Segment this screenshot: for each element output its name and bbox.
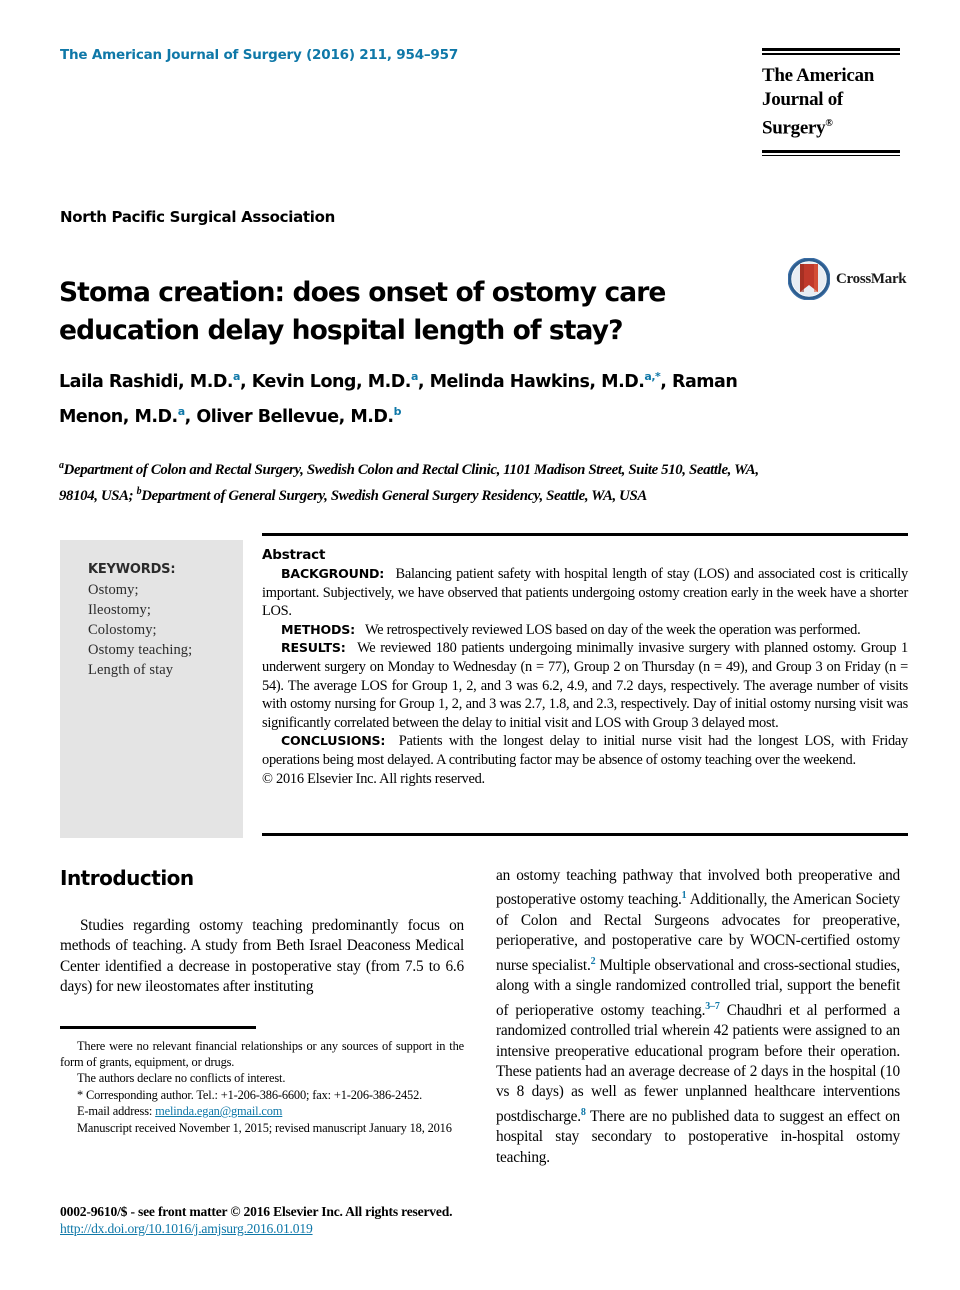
keyword-item: Colostomy; xyxy=(88,622,157,638)
crossmark-label: CrossMark xyxy=(836,270,907,287)
page-title: Stoma creation: does onset of ostomy car… xyxy=(59,276,666,346)
author-affiliation-mark: a xyxy=(177,404,185,418)
author-name: Oliver Bellevue, M.D. xyxy=(196,406,394,427)
author-affiliation-mark: b xyxy=(393,404,402,418)
citation-reference[interactable]: 1 xyxy=(682,890,687,901)
abstract-section: METHODS: We retrospectively reviewed LOS… xyxy=(281,621,861,638)
abstract-section-label: RESULTS: xyxy=(281,640,346,656)
keyword-item: Ileostomy; xyxy=(88,602,152,618)
page-footer: 0002-9610/$ - see front matter © 2016 El… xyxy=(60,1204,660,1238)
footnote-corresponding: * Corresponding author. Tel.: +1-206-386… xyxy=(77,1087,423,1102)
citation-reference[interactable]: 8 xyxy=(581,1107,586,1118)
issn-line: 0002-9610/$ - see front matter © 2016 El… xyxy=(60,1204,453,1219)
keywords-heading: KEYWORDS: xyxy=(88,562,176,577)
footnote-manuscript: Manuscript received November 1, 2015; re… xyxy=(77,1120,452,1135)
abstract-section: RESULTS: We reviewed 180 patients underg… xyxy=(262,640,908,731)
keywords-items: Ostomy; Ileostomy; Colostomy; Ostomy teachi… xyxy=(88,580,243,680)
abstract-section-label: CONCLUSIONS: xyxy=(281,733,386,749)
doi-link[interactable]: http://dx.doi.org/10.1016/j.amjsurg.2016… xyxy=(60,1221,313,1236)
abstract-sections: BACKGROUND: Balancing patient safety wit… xyxy=(262,565,908,770)
body-column-left: Introduction Studies regarding ostomy te… xyxy=(60,866,464,998)
rule-thick xyxy=(762,149,900,153)
body-column-right: an ostomy teaching pathway that involved… xyxy=(496,866,900,1168)
footnote-block: There were no relevant financial relatio… xyxy=(60,1026,464,1136)
abstract-section-label: METHODS: xyxy=(281,621,355,637)
introduction-paragraph-right: an ostomy teaching pathway that involved… xyxy=(496,867,900,1166)
rule-thick xyxy=(762,48,900,51)
author-name: Kevin Long, M.D. xyxy=(251,371,412,392)
keyword-item: Ostomy; xyxy=(88,582,139,598)
author-affiliation-mark: a xyxy=(410,370,418,383)
introduction-heading: Introduction xyxy=(60,866,194,890)
footnote-email-label: E-mail address: xyxy=(77,1104,153,1119)
affiliation-list: aDepartment of Colon and Rectal Surgery,… xyxy=(59,455,775,507)
footnote-conflicts: The authors declare no conflicts of inte… xyxy=(77,1071,286,1086)
author-affiliation-mark: a,* xyxy=(644,370,661,383)
running-head: The American Journal of Surgery (2016) 2… xyxy=(60,47,459,63)
footnote-rule xyxy=(60,1026,256,1029)
keyword-item: Length of stay xyxy=(88,662,174,678)
affiliation-text: Department of General Surgery, Swedish G… xyxy=(141,487,647,504)
author-name: Melinda Hawkins, M.D. xyxy=(429,371,645,392)
journal-logo-top-rule xyxy=(762,48,900,55)
citation-reference[interactable]: 3–7 xyxy=(705,1001,720,1012)
rule-thin xyxy=(762,154,900,157)
author-list: Laila Rashidi, M.D.a, Kevin Long, M.D.a,… xyxy=(59,370,738,427)
crossmark-badge-icon xyxy=(787,257,831,301)
abstract-top-rule xyxy=(262,533,908,536)
crossmark-logo[interactable]: CrossMark xyxy=(787,257,907,301)
journal-logo-line1: The American xyxy=(762,64,874,86)
footnote-funding: There were no relevant financial relatio… xyxy=(60,1038,464,1069)
journal-logo-bottom-rule xyxy=(762,149,900,157)
introduction-paragraph-left: Studies regarding ostomy teaching predom… xyxy=(60,917,464,996)
abstract-bottom-rule xyxy=(262,833,908,836)
journal-logo-line2: Journal of Surgery xyxy=(762,88,843,138)
society-name: North Pacific Surgical Association xyxy=(60,208,336,226)
journal-article-page: The American Journal of Surgery (2016) 2… xyxy=(0,0,960,1290)
keywords-panel: KEYWORDS: Ostomy; Ileostomy; Colostomy; Ost… xyxy=(60,540,243,838)
email-link[interactable]: melinda.egan@gmail.com xyxy=(155,1104,282,1118)
journal-logo-title: The American Journal of Surgery® xyxy=(762,64,900,140)
citation-reference[interactable]: 2 xyxy=(591,956,596,967)
rule-thin xyxy=(762,53,900,55)
abstract-section-label: BACKGROUND: xyxy=(281,566,385,581)
abstract-section: BACKGROUND: Balancing patient safety wit… xyxy=(262,566,908,620)
author-name: Laila Rashidi, M.D. xyxy=(59,371,234,392)
author-affiliation-mark: a xyxy=(233,370,240,383)
abstract-section: CONCLUSIONS: Patients with the longest d… xyxy=(262,733,908,768)
journal-logo: The American Journal of Surgery® xyxy=(762,48,900,157)
abstract-block: Abstract BACKGROUND: Balancing patient s… xyxy=(262,533,908,788)
footnote-email: E-mail address: melinda.egan@gmail.com xyxy=(60,1103,464,1119)
keyword-item: Ostomy teaching; xyxy=(88,642,193,658)
journal-logo-trademark: ® xyxy=(825,117,833,129)
abstract-copyright: © 2016 Elsevier Inc. All rights reserved… xyxy=(262,770,485,787)
abstract-heading: Abstract xyxy=(262,547,326,563)
